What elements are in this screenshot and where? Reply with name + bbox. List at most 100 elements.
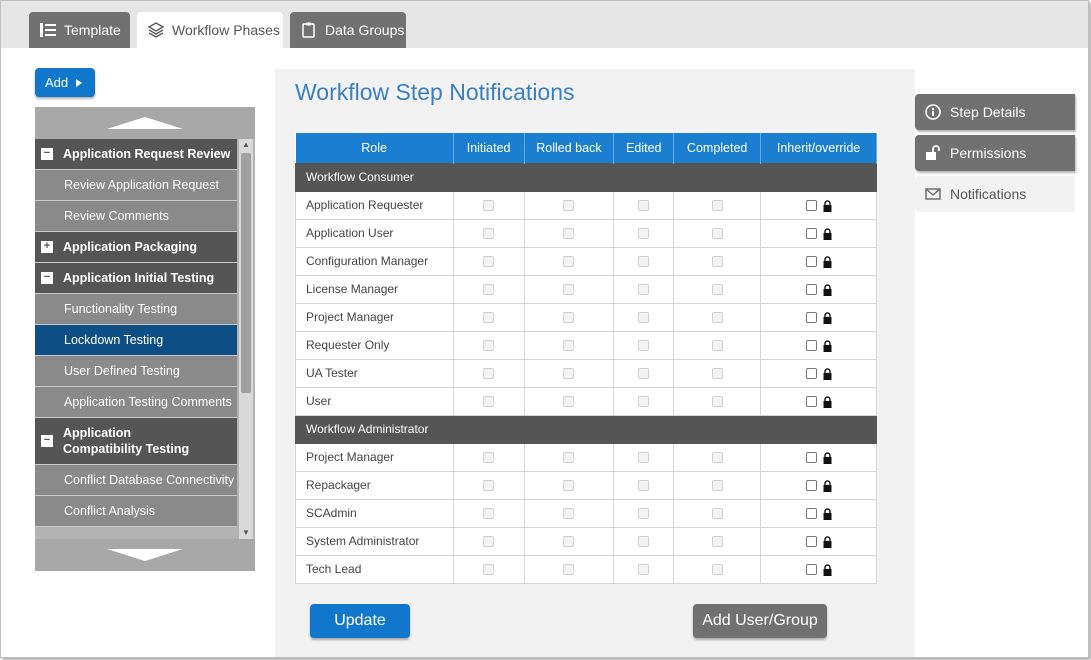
- initiated-checkbox[interactable]: [483, 452, 495, 464]
- rolled-back-checkbox[interactable]: [563, 200, 575, 212]
- initiated-checkbox[interactable]: [483, 284, 495, 296]
- inherit-override-checkbox[interactable]: [805, 228, 817, 240]
- rolled-back-checkbox[interactable]: [563, 340, 575, 352]
- completed-checkbox[interactable]: [711, 340, 723, 352]
- completed-checkbox[interactable]: [711, 480, 723, 492]
- side-tab-notifications[interactable]: Notifications: [915, 176, 1075, 212]
- scroll-down-button[interactable]: [35, 539, 255, 571]
- tree-item-lockdown-testing[interactable]: Lockdown Testing: [35, 325, 237, 356]
- rolled-back-checkbox[interactable]: [563, 312, 575, 324]
- tab-workflow-phases[interactable]: Workflow Phases: [137, 12, 283, 48]
- tree-item-conflict-analysis[interactable]: Conflict Analysis: [35, 496, 237, 527]
- rolled-back-checkbox[interactable]: [563, 452, 575, 464]
- inherit-override-checkbox[interactable]: [805, 452, 817, 464]
- completed-checkbox[interactable]: [711, 368, 723, 380]
- initiated-checkbox[interactable]: [483, 480, 495, 492]
- tree-group-application-request-review[interactable]: − Application Request Review: [35, 139, 237, 170]
- rolled-back-checkbox[interactable]: [563, 228, 575, 240]
- completed-cell: [673, 190, 762, 220]
- completed-checkbox[interactable]: [711, 200, 723, 212]
- update-button[interactable]: Update: [310, 604, 410, 638]
- initiated-checkbox[interactable]: [483, 228, 495, 240]
- rolled-back-checkbox[interactable]: [563, 564, 575, 576]
- tree-item-review-comments[interactable]: Review Comments: [35, 201, 237, 232]
- initiated-checkbox[interactable]: [483, 312, 495, 324]
- inherit-override-checkbox[interactable]: [805, 200, 817, 212]
- inherit-override-checkbox[interactable]: [805, 284, 817, 296]
- completed-checkbox[interactable]: [711, 312, 723, 324]
- edited-checkbox[interactable]: [638, 312, 650, 324]
- inherit-override-checkbox[interactable]: [805, 340, 817, 352]
- initiated-checkbox[interactable]: [483, 340, 495, 352]
- collapse-icon[interactable]: −: [41, 148, 53, 160]
- scrollbar-up-arrow-icon[interactable]: ▲: [239, 139, 253, 151]
- tree-group-application-packaging[interactable]: + Application Packaging: [35, 232, 237, 263]
- completed-checkbox[interactable]: [711, 564, 723, 576]
- rolled-back-checkbox[interactable]: [563, 284, 575, 296]
- side-tab-permissions[interactable]: Permissions: [915, 135, 1075, 171]
- edited-checkbox[interactable]: [638, 396, 650, 408]
- scrollbar-down-arrow-icon[interactable]: ▼: [239, 527, 253, 539]
- tree-scrollbar[interactable]: ▲ ▼: [239, 139, 253, 539]
- completed-checkbox[interactable]: [711, 396, 723, 408]
- rolled-back-checkbox[interactable]: [563, 256, 575, 268]
- lock-icon: [823, 396, 832, 408]
- edited-checkbox[interactable]: [638, 564, 650, 576]
- inherit-override-checkbox[interactable]: [805, 396, 817, 408]
- edited-checkbox[interactable]: [638, 228, 650, 240]
- edited-checkbox[interactable]: [638, 508, 650, 520]
- rolled-back-checkbox[interactable]: [563, 368, 575, 380]
- tree-item-functionality-testing[interactable]: Functionality Testing: [35, 294, 237, 325]
- add-user-group-button[interactable]: Add User/Group: [693, 604, 827, 638]
- inherit-override-checkbox[interactable]: [805, 368, 817, 380]
- initiated-checkbox[interactable]: [483, 256, 495, 268]
- expand-icon[interactable]: +: [41, 241, 53, 253]
- edited-checkbox[interactable]: [638, 536, 650, 548]
- column-header-edited: Edited: [613, 133, 675, 163]
- collapse-icon[interactable]: −: [41, 272, 53, 284]
- initiated-checkbox[interactable]: [483, 564, 495, 576]
- edited-checkbox[interactable]: [638, 452, 650, 464]
- completed-checkbox[interactable]: [711, 256, 723, 268]
- edited-checkbox[interactable]: [638, 200, 650, 212]
- initiated-checkbox[interactable]: [483, 396, 495, 408]
- rolled-back-checkbox[interactable]: [563, 508, 575, 520]
- inherit-override-checkbox[interactable]: [805, 480, 817, 492]
- tree-group-application-compatibility-testing[interactable]: − Application Compatibility Testing: [35, 418, 237, 465]
- completed-checkbox[interactable]: [711, 284, 723, 296]
- add-button[interactable]: Add: [35, 68, 95, 97]
- initiated-checkbox[interactable]: [483, 200, 495, 212]
- initiated-checkbox[interactable]: [483, 508, 495, 520]
- edited-checkbox[interactable]: [638, 368, 650, 380]
- scrollbar-thumb[interactable]: [241, 153, 251, 393]
- completed-checkbox[interactable]: [711, 228, 723, 240]
- scroll-up-button[interactable]: [35, 107, 255, 139]
- tree-item-review-application-request[interactable]: Review Application Request: [35, 170, 237, 201]
- rolled-back-checkbox[interactable]: [563, 536, 575, 548]
- tree-item-application-testing-comments[interactable]: Application Testing Comments: [35, 387, 237, 418]
- tree-item-user-defined-testing[interactable]: User Defined Testing: [35, 356, 237, 387]
- tree-item-conflict-database-connectivity[interactable]: Conflict Database Connectivity: [35, 465, 237, 496]
- rolled-back-checkbox[interactable]: [563, 396, 575, 408]
- edited-checkbox[interactable]: [638, 480, 650, 492]
- collapse-icon[interactable]: −: [41, 435, 53, 447]
- completed-checkbox[interactable]: [711, 452, 723, 464]
- inherit-override-checkbox[interactable]: [805, 536, 817, 548]
- completed-checkbox[interactable]: [711, 536, 723, 548]
- inherit-override-checkbox[interactable]: [805, 564, 817, 576]
- edited-checkbox[interactable]: [638, 340, 650, 352]
- edited-checkbox[interactable]: [638, 284, 650, 296]
- column-header-initiated: Initiated: [453, 133, 525, 163]
- initiated-checkbox[interactable]: [483, 368, 495, 380]
- inherit-override-checkbox[interactable]: [805, 508, 817, 520]
- tab-data-groups[interactable]: Data Groups: [290, 12, 406, 48]
- tree-group-application-initial-testing[interactable]: − Application Initial Testing: [35, 263, 237, 294]
- edited-checkbox[interactable]: [638, 256, 650, 268]
- rolled-back-checkbox[interactable]: [563, 480, 575, 492]
- inherit-override-checkbox[interactable]: [805, 312, 817, 324]
- inherit-override-checkbox[interactable]: [805, 256, 817, 268]
- completed-checkbox[interactable]: [711, 508, 723, 520]
- initiated-checkbox[interactable]: [483, 536, 495, 548]
- tab-template[interactable]: Template: [29, 12, 130, 48]
- side-tab-step-details[interactable]: Step Details: [915, 94, 1075, 130]
